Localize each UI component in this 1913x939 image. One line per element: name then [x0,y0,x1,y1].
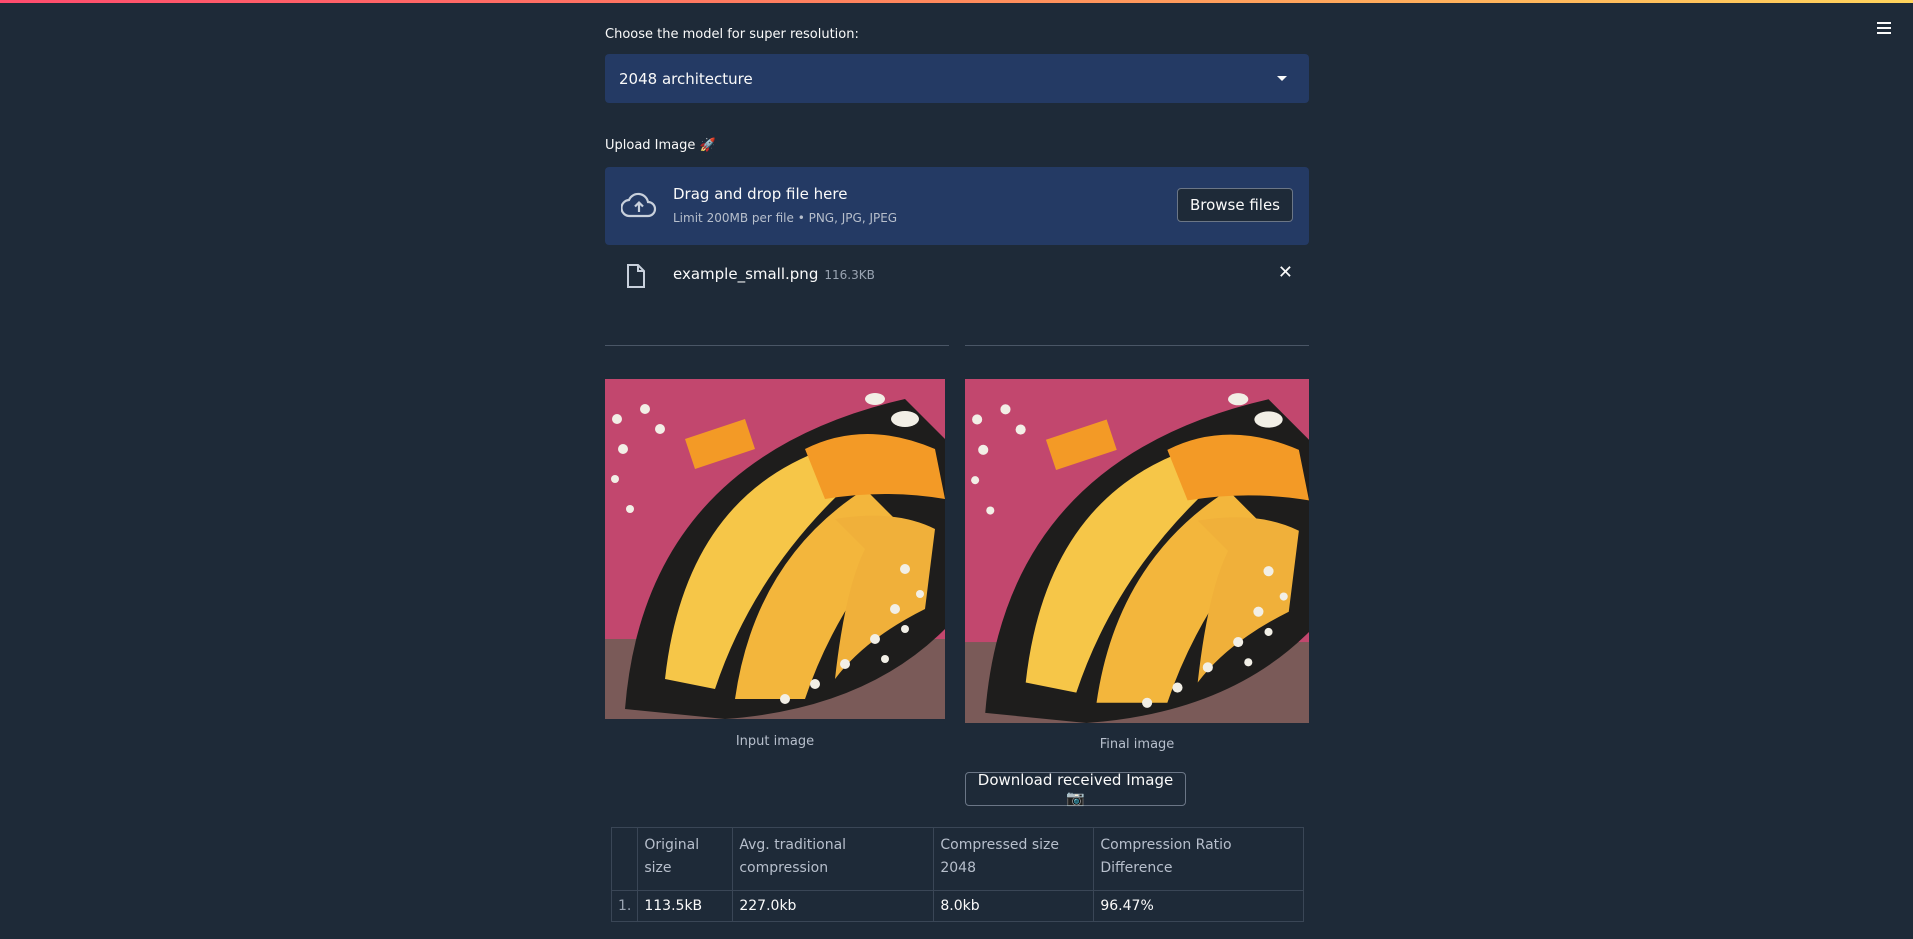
model-select-label: Choose the model for super resolution: [605,27,859,42]
close-icon[interactable]: ✕ [1278,262,1293,283]
table-header [610,827,639,891]
upload-label: Upload Image 🚀 [605,138,716,153]
file-size: 116.3KB [824,268,875,282]
model-select[interactable]: 2048 architecture [605,54,1309,103]
butterfly-wing-image [965,379,1309,723]
table-header: Compression Ratio Difference [1093,827,1304,891]
compression-table: Original size Avg. traditional compressi… [610,827,1304,922]
final-image-caption: Final image [1099,737,1175,752]
table-header-row: Original size Avg. traditional compressi… [610,827,1304,891]
file-icon [627,264,645,288]
table-header: Original size [637,827,734,891]
input-image [605,379,945,719]
butterfly-wing-image [605,379,945,719]
model-select-value: 2048 architecture [619,69,753,88]
download-image-button[interactable]: Download received Image 📷 [965,771,1186,807]
top-accent-bar [0,0,1913,3]
right-divider [965,345,1309,346]
table-cell: 8.0kb [933,890,1095,922]
table-cell: 227.0kb [732,890,935,922]
left-divider [605,345,949,346]
browse-files-button[interactable]: Browse files [1176,188,1293,222]
input-image-caption: Input image [735,734,815,749]
file-name: example_small.png [673,265,819,283]
caret-down-icon [1277,76,1287,81]
table-header: Compressed size 2048 [933,827,1095,891]
file-dropzone[interactable]: Drag and drop file here Limit 200MB per … [605,167,1309,245]
table-row: 1. 113.5kB 227.0kb 8.0kb 96.47% [610,890,1304,922]
uploaded-file-item: example_small.png 116.3KB ✕ [605,258,1309,292]
final-image [965,379,1309,723]
table-cell: 113.5kB [637,890,734,922]
hamburger-menu-icon[interactable] [1877,22,1891,36]
table-cell: 1. [610,890,639,922]
cloud-upload-icon [621,192,657,218]
table-header: Avg. traditional compression [732,827,935,891]
dropzone-title: Drag and drop file here [673,185,848,203]
dropzone-subtitle: Limit 200MB per file • PNG, JPG, JPEG [673,211,898,225]
table-cell: 96.47% [1093,890,1304,922]
